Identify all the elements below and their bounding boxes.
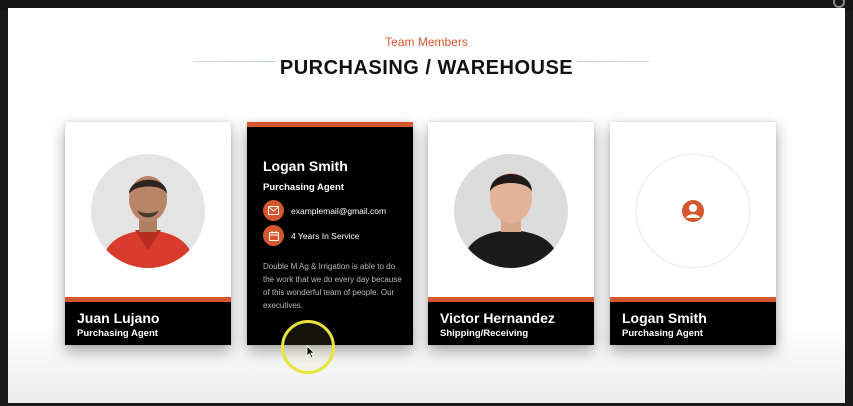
user-icon xyxy=(682,200,704,222)
team-section: Team Members PURCHASING / WAREHOUSE Juan… xyxy=(8,8,845,403)
card-footer: Victor Hernandez Shipping/Receiving xyxy=(428,297,594,345)
member-photo xyxy=(454,154,568,268)
member-name: Logan Smith xyxy=(622,310,707,326)
member-role: Purchasing Agent xyxy=(77,328,158,339)
member-service: 4 Years In Service xyxy=(291,230,360,241)
top-right-circle-icon[interactable] xyxy=(833,0,845,8)
section-title: PURCHASING / WAREHOUSE xyxy=(8,57,845,80)
section-eyebrow: Team Members xyxy=(385,35,468,49)
card-footer: Logan Smith Purchasing Agent xyxy=(610,297,776,345)
service-row: 4 Years In Service xyxy=(263,225,360,246)
member-role: Purchasing Agent xyxy=(622,328,703,339)
team-card-juan-lujano[interactable]: Juan Lujano Purchasing Agent xyxy=(65,122,231,345)
envelope-icon xyxy=(263,200,284,221)
member-description: Double M Ag & Irrigation is able to do t… xyxy=(263,262,402,310)
mouse-cursor-icon xyxy=(306,345,316,359)
calendar-icon xyxy=(263,225,284,246)
member-name: Juan Lujano xyxy=(77,310,160,326)
placeholder-avatar xyxy=(636,154,750,268)
team-card-logan-smith-details[interactable]: Logan Smith Purchasing Agent examplemail… xyxy=(247,122,413,345)
member-role: Purchasing Agent xyxy=(263,182,344,193)
member-email: examplemail@gmail.com xyxy=(291,205,387,216)
team-card-logan-smith[interactable]: Logan Smith Purchasing Agent xyxy=(610,122,776,345)
card-footer: Juan Lujano Purchasing Agent xyxy=(65,297,231,345)
team-card-victor-hernandez[interactable]: Victor Hernandez Shipping/Receiving xyxy=(428,122,594,345)
member-name: Victor Hernandez xyxy=(440,310,555,326)
member-photo xyxy=(91,154,205,268)
member-name: Logan Smith xyxy=(263,158,348,174)
member-role: Shipping/Receiving xyxy=(440,328,529,339)
email-row[interactable]: examplemail@gmail.com xyxy=(263,200,386,221)
